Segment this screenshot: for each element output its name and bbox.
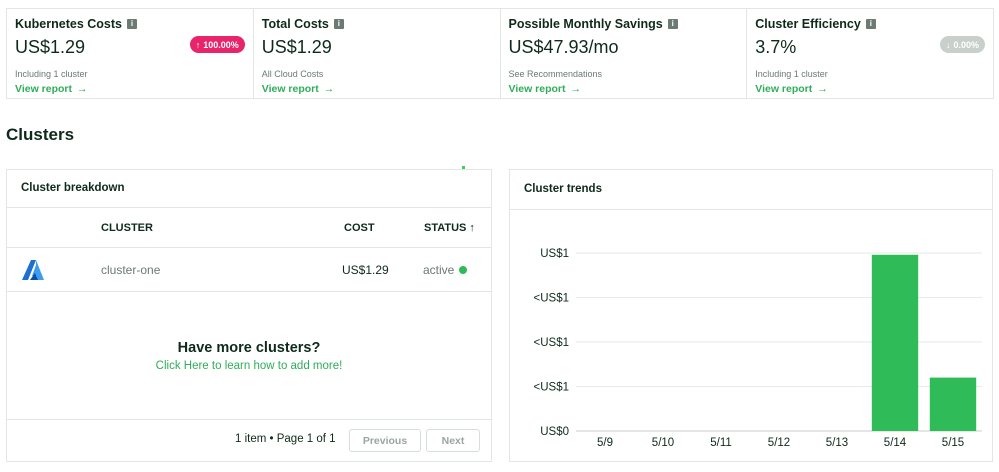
cluster-cost: US$1.29 xyxy=(342,263,389,277)
x-tick-label: 5/15 xyxy=(942,437,964,449)
previous-button[interactable]: Previous xyxy=(349,429,421,452)
next-button[interactable]: Next xyxy=(426,429,480,452)
section-title: Clusters xyxy=(6,125,75,144)
y-tick-label: US$1 xyxy=(540,248,569,260)
arrow-right-icon: → xyxy=(817,83,828,95)
kpi-title: Possible Monthly Savings i xyxy=(509,17,739,31)
kpi-note: Including 1 cluster xyxy=(755,69,828,79)
column-status[interactable]: STATUS ↑ xyxy=(424,222,475,234)
x-tick-label: 5/10 xyxy=(652,437,674,449)
x-tick-label: 5/12 xyxy=(768,437,790,449)
x-tick-label: 5/14 xyxy=(884,437,907,449)
x-tick-label: 5/13 xyxy=(826,437,848,449)
bar xyxy=(871,254,919,431)
change-badge: ↓ 0.00% xyxy=(939,36,985,53)
kpi-note: See Recommendations xyxy=(508,69,603,79)
table-header: CLUSTER COST STATUS ↑ xyxy=(7,208,491,248)
y-tick-label: <US$1 xyxy=(534,337,569,349)
cluster-trends-card: Cluster trends US$0 <US$1 <US$1 <US$1 US$1 5/… xyxy=(509,169,993,462)
cluster-trends-chart: US$0 <US$1 <US$1 <US$1 US$1 5/9 5/10 5/11 5/12 5/… xyxy=(534,248,982,449)
pagination: 1 item • Page 1 of 1 Previous Next xyxy=(7,420,491,460)
x-tick-label: 5/9 xyxy=(597,437,613,449)
arrow-up-icon: ↑ xyxy=(195,39,201,50)
azure-icon xyxy=(22,260,44,280)
info-icon[interactable]: i xyxy=(667,19,678,29)
info-icon[interactable]: i xyxy=(126,19,137,29)
kpi-note: All Cloud Costs xyxy=(261,69,324,79)
card-title: Cluster breakdown xyxy=(7,170,491,208)
view-report-link[interactable]: View report → xyxy=(15,83,88,95)
y-tick-label: <US$1 xyxy=(534,293,569,305)
kpi-row: Kubernetes Costs i US$1.29 ↑ 100.00% Inclu… xyxy=(6,8,994,99)
cluster-breakdown-card: Cluster breakdown CLUSTER COST STATUS ↑ … xyxy=(6,169,492,462)
y-tick-label: <US$1 xyxy=(534,382,569,394)
card-title: Cluster trends xyxy=(510,170,992,210)
kpi-kubernetes-costs: Kubernetes Costs i US$1.29 ↑ 100.00% Inclu… xyxy=(7,9,254,98)
kpi-possible-savings: Possible Monthly Savings i US$47.93/mo Se… xyxy=(501,9,748,98)
arrow-right-icon: → xyxy=(323,83,335,95)
change-badge: ↑ 100.00% xyxy=(189,36,245,53)
kpi-note: Including 1 cluster xyxy=(15,69,88,79)
column-cost[interactable]: COST xyxy=(344,222,375,234)
status-dot-icon xyxy=(459,266,468,274)
kpi-value: US$47.93/mo xyxy=(508,37,619,57)
info-icon[interactable]: i xyxy=(333,19,344,29)
learn-more-link[interactable]: Click Here to learn how to add more! xyxy=(7,360,491,372)
column-cluster[interactable]: CLUSTER xyxy=(101,222,153,234)
kpi-cluster-efficiency: Cluster Efficiency i 3.7% ↓ 0.00% Includin… xyxy=(747,9,993,98)
kpi-title: Total Costs i xyxy=(262,17,492,31)
arrow-right-icon: → xyxy=(77,83,88,95)
kpi-value: US$1.29 xyxy=(261,37,332,57)
arrow-right-icon: → xyxy=(570,83,582,95)
view-report-link[interactable]: View report → xyxy=(755,83,828,95)
kpi-total-costs: Total Costs i US$1.29 All Cloud Costs Vie… xyxy=(254,9,501,98)
arrow-down-icon: ↓ xyxy=(945,39,951,50)
view-report-link[interactable]: View report → xyxy=(509,83,582,95)
info-icon[interactable]: i xyxy=(865,19,876,29)
promo-title: Have more clusters? xyxy=(177,340,321,356)
y-tick-label: US$0 xyxy=(540,426,569,438)
kpi-title: Cluster Efficiency i xyxy=(755,17,985,31)
pagination-info: 1 item • Page 1 of 1 xyxy=(235,433,336,445)
x-tick-label: 5/11 xyxy=(710,437,732,449)
kpi-title: Kubernetes Costs i xyxy=(15,17,245,31)
bar xyxy=(929,377,977,431)
cluster-name[interactable]: cluster-one xyxy=(101,263,160,277)
table-row[interactable]: cluster-one US$1.29 active xyxy=(7,248,491,292)
view-report-link[interactable]: View report → xyxy=(262,83,335,95)
add-clusters-promo: Have more clusters? Click Here to learn … xyxy=(7,292,491,420)
cluster-status: active xyxy=(423,263,468,277)
